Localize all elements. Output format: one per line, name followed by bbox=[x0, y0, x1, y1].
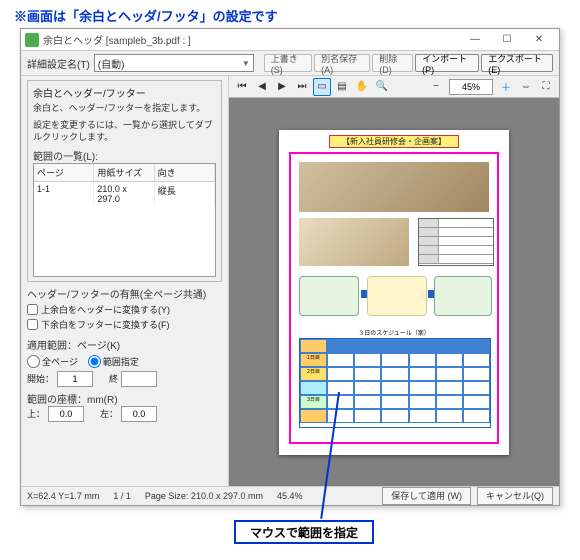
tool-text-icon[interactable]: ▤ bbox=[333, 78, 351, 96]
zoom-input[interactable] bbox=[449, 79, 493, 95]
status-coord: X=62.4 Y=1.7 mm bbox=[27, 491, 99, 501]
range-section: 適用範囲：ページ(K) 全ページ 範囲指定 開始： 終 bbox=[27, 337, 222, 387]
start-label: 開始： bbox=[27, 372, 54, 385]
minimize-button[interactable]: — bbox=[459, 30, 491, 50]
nav-last-icon[interactable]: ⏭ bbox=[293, 78, 311, 96]
overwrite-button[interactable]: 上書き(S) bbox=[264, 54, 312, 72]
fit-width-icon[interactable]: ⇔ bbox=[517, 78, 535, 96]
cell-page: 1-1 bbox=[34, 182, 94, 206]
fit-page-icon[interactable]: ⛶ bbox=[537, 78, 555, 96]
start-input[interactable] bbox=[57, 371, 93, 387]
export-button[interactable]: エクスポート(E) bbox=[481, 54, 553, 72]
cell-size: 210.0 x 297.0 bbox=[94, 182, 154, 206]
range-list[interactable]: ページ 用紙サイズ 向き 1-1 210.0 x 297.0 縦長 bbox=[33, 163, 216, 277]
top-margin-label: 上： bbox=[27, 407, 45, 420]
end-label: 終 bbox=[109, 372, 118, 385]
preview-panel: ⏮ ◀ ▶ ⏭ ▭ ▤ ✋ 🔍 − ＋ ⇔ ⛶ 【新入社員研修会・企画案】 bbox=[229, 76, 559, 486]
preset-toolbar: 詳細設定名(T) (自動) ▼ 上書き(S) 別名保存(A) 削除(D) インポ… bbox=[21, 51, 559, 76]
hf-section-label: ヘッダー/フッターの有無(全ページ共通) bbox=[27, 286, 222, 301]
doc-title: 【新入社員研修会・企画案】 bbox=[279, 136, 509, 147]
zoom-out-icon[interactable]: − bbox=[427, 78, 445, 96]
tool-zoom-icon[interactable]: 🔍 bbox=[373, 78, 391, 96]
margin-section-label: 範囲の座標：mm(R) bbox=[27, 391, 222, 406]
col-page: ページ bbox=[34, 164, 94, 181]
preview-toolbar: ⏮ ◀ ▶ ⏭ ▭ ▤ ✋ 🔍 − ＋ ⇔ ⛶ bbox=[229, 76, 559, 98]
save-as-button[interactable]: 別名保存(A) bbox=[314, 54, 370, 72]
statusbar: X=62.4 Y=1.7 mm 1 / 1 Page Size: 210.0 x… bbox=[21, 486, 559, 504]
desc-text-2: 設定を変更するには、一覧から選択してダブルクリックします。 bbox=[33, 119, 216, 144]
settings-panel: 余白とヘッダー/フッター 余白と、ヘッダー/フッターを指定します。 設定を変更す… bbox=[21, 76, 229, 486]
preview-surface[interactable]: 【新入社員研修会・企画案】 ３日のスケジュール（案） 1日目 bbox=[229, 98, 559, 486]
cell-orient: 縦長 bbox=[155, 182, 215, 206]
col-orient: 向き bbox=[155, 164, 215, 181]
status-zoom: 45.4% bbox=[277, 491, 303, 501]
nav-next-icon[interactable]: ▶ bbox=[273, 78, 291, 96]
page-caption: ※画面は「余白とヘッダ/フッタ」の設定です bbox=[0, 0, 580, 31]
margin-group: 余白とヘッダー/フッター 余白と、ヘッダー/フッターを指定します。 設定を変更す… bbox=[27, 80, 222, 282]
hf-section: ヘッダー/フッターの有無(全ページ共通) 上余白をヘッダーに変換する(Y) 下余… bbox=[27, 286, 222, 333]
import-button[interactable]: インポート(P) bbox=[415, 54, 479, 72]
tool-select-icon[interactable]: ▭ bbox=[313, 78, 331, 96]
preview-page: 【新入社員研修会・企画案】 ３日のスケジュール（案） 1日目 bbox=[279, 130, 509, 455]
cancel-button[interactable]: キャンセル(Q) bbox=[477, 487, 553, 505]
apply-button[interactable]: 保存して適用 (W) bbox=[382, 487, 471, 505]
tool-hand-icon[interactable]: ✋ bbox=[353, 78, 371, 96]
list-label: 範囲の一覧(L): bbox=[33, 148, 216, 163]
maximize-button[interactable]: ☐ bbox=[491, 30, 523, 50]
app-icon bbox=[25, 33, 39, 47]
desc-text-1: 余白と、ヘッダー/フッターを指定します。 bbox=[33, 102, 216, 115]
preset-value: (自動) bbox=[98, 56, 125, 71]
selection-rectangle[interactable] bbox=[289, 152, 499, 444]
status-pages: 1 / 1 bbox=[113, 491, 131, 501]
callout-box: マウスで範囲を指定 bbox=[234, 520, 374, 544]
group-title: 余白とヘッダー/フッター bbox=[33, 85, 216, 100]
margin-coord-section: 範囲の座標：mm(R) 上： 左： bbox=[27, 391, 222, 422]
table-row[interactable]: 1-1 210.0 x 297.0 縦長 bbox=[34, 182, 215, 206]
status-pagesize: Page Size: 210.0 x 297.0 mm bbox=[145, 491, 263, 501]
window-title: 余白とヘッダ [sampleb_3b.pdf : ] bbox=[43, 32, 459, 47]
left-margin-label: 左： bbox=[100, 407, 118, 420]
chevron-down-icon: ▼ bbox=[242, 59, 250, 68]
zoom-in-icon[interactable]: ＋ bbox=[497, 78, 515, 96]
nav-prev-icon[interactable]: ◀ bbox=[253, 78, 271, 96]
preset-dropdown[interactable]: (自動) ▼ bbox=[94, 54, 254, 72]
titlebar: 余白とヘッダ [sampleb_3b.pdf : ] — ☐ ✕ bbox=[21, 29, 559, 51]
range-section-label: 適用範囲：ページ(K) bbox=[27, 337, 222, 352]
nav-first-icon[interactable]: ⏮ bbox=[233, 78, 251, 96]
radio-range[interactable]: 範囲指定 bbox=[88, 355, 139, 368]
left-margin-input[interactable] bbox=[121, 406, 157, 422]
app-window: 余白とヘッダ [sampleb_3b.pdf : ] — ☐ ✕ 詳細設定名(T… bbox=[20, 28, 560, 506]
radio-allpages[interactable]: 全ページ bbox=[27, 355, 78, 368]
header-checkbox[interactable]: 上余白をヘッダーに変換する(Y) bbox=[27, 303, 222, 316]
delete-button[interactable]: 削除(D) bbox=[372, 54, 413, 72]
end-input[interactable] bbox=[121, 371, 157, 387]
close-button[interactable]: ✕ bbox=[523, 30, 555, 50]
col-size: 用紙サイズ bbox=[94, 164, 154, 181]
footer-checkbox[interactable]: 下余白をフッターに変換する(F) bbox=[27, 318, 222, 331]
preset-label: 詳細設定名(T) bbox=[27, 56, 90, 71]
top-margin-input[interactable] bbox=[48, 406, 84, 422]
